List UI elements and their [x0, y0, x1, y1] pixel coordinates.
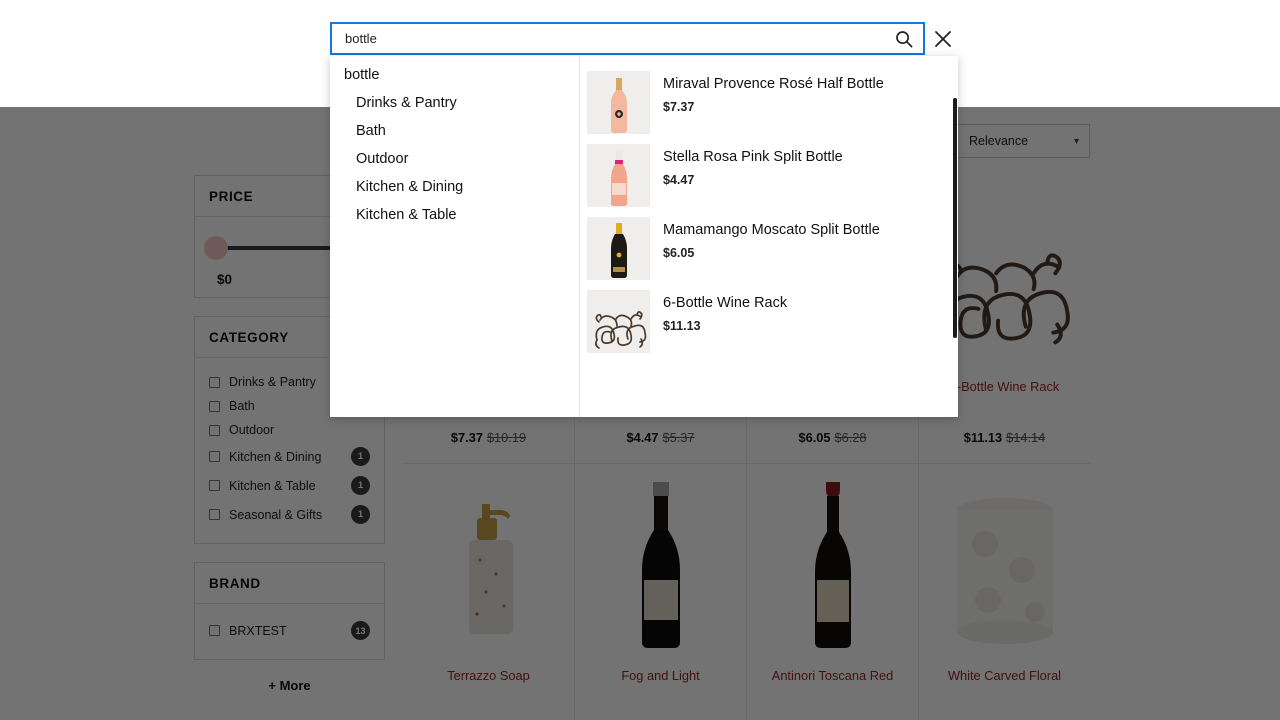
product-suggestion[interactable]: Miraval Provence Rosé Half Bottle $7.37	[580, 66, 958, 139]
suggestion-category-kitchen-table[interactable]: Kitchen & Table	[330, 201, 579, 229]
product-suggestion[interactable]: Stella Rosa Pink Split Bottle $4.47	[580, 139, 958, 212]
page-root: PRICE $0 CATEGORY Drinks & Pantry	[0, 0, 1280, 720]
suggestion-category-bath[interactable]: Bath	[330, 117, 579, 145]
suggestion-category-outdoor[interactable]: Outdoor	[330, 145, 579, 173]
product-suggestion-price: $7.37	[663, 100, 884, 114]
product-suggestion-meta: 6-Bottle Wine Rack $11.13	[650, 290, 787, 333]
product-suggestion-meta: Miraval Provence Rosé Half Bottle $7.37	[650, 71, 884, 114]
product-suggestion-name: Miraval Provence Rosé Half Bottle	[663, 76, 884, 93]
product-thumb-rose-bottle	[587, 71, 650, 134]
product-suggestion-name: Mamamango Moscato Split Bottle	[663, 222, 880, 239]
product-thumb-moscato-split-bottle	[587, 217, 650, 280]
dropdown-scrollbar[interactable]	[953, 98, 957, 338]
product-suggestion-meta: Stella Rosa Pink Split Bottle $4.47	[650, 144, 843, 187]
suggestion-list: bottle Drinks & Pantry Bath Outdoor Kitc…	[330, 56, 580, 417]
product-suggestion[interactable]: 6-Bottle Wine Rack $11.13	[580, 285, 958, 358]
product-suggestion-name: 6-Bottle Wine Rack	[663, 295, 787, 312]
suggestion-category-drinks-pantry[interactable]: Drinks & Pantry	[330, 89, 579, 117]
search-input-container[interactable]: bottle	[330, 22, 925, 55]
product-suggestion-list: Miraval Provence Rosé Half Bottle $7.37	[580, 56, 958, 417]
search-icon[interactable]	[895, 30, 913, 48]
product-suggestion[interactable]: Mamamango Moscato Split Bottle $6.05	[580, 212, 958, 285]
suggestion-term[interactable]: bottle	[330, 61, 579, 89]
close-search-button[interactable]	[932, 28, 954, 50]
suggestion-category-kitchen-dining[interactable]: Kitchen & Dining	[330, 173, 579, 201]
product-suggestion-price: $11.13	[663, 319, 787, 333]
autocomplete-dropdown: bottle Drinks & Pantry Bath Outdoor Kitc…	[330, 56, 958, 417]
product-thumb-pink-split-bottle	[587, 144, 650, 207]
product-suggestion-meta: Mamamango Moscato Split Bottle $6.05	[650, 217, 880, 260]
product-suggestion-price: $6.05	[663, 246, 880, 260]
search-input[interactable]: bottle	[345, 31, 895, 46]
product-suggestion-name: Stella Rosa Pink Split Bottle	[663, 149, 843, 166]
product-thumb-wine-rack	[587, 290, 650, 353]
product-suggestion-price: $4.47	[663, 173, 843, 187]
